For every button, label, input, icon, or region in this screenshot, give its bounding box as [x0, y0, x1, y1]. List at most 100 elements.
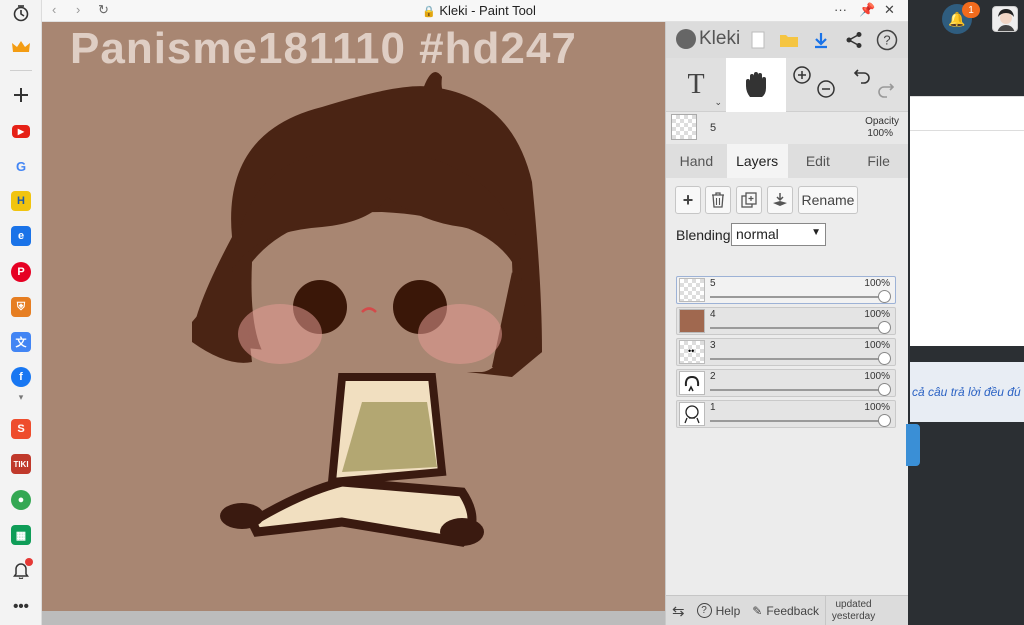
layer-name: 3 — [710, 340, 716, 351]
tab-edit[interactable]: Edit — [788, 144, 849, 178]
slider-knob[interactable] — [878, 414, 891, 427]
add-layer-button[interactable]: + — [675, 186, 701, 214]
slider-knob[interactable] — [878, 383, 891, 396]
blending-label: Blending — [676, 227, 731, 243]
canvas-scrollbar[interactable] — [42, 611, 665, 625]
layer-thumbnail — [679, 371, 705, 395]
merge-down-icon — [773, 193, 787, 206]
background-button[interactable] — [906, 424, 920, 466]
google-icon[interactable]: G — [8, 153, 34, 179]
add-icon[interactable] — [8, 82, 34, 108]
sheets-icon[interactable]: ▦ — [8, 522, 34, 548]
chevron-down-icon: ▼ — [811, 227, 821, 238]
panel-tabs: Hand Layers Edit File — [666, 144, 909, 178]
layer-opacity-slider[interactable] — [710, 389, 883, 391]
pinterest-icon[interactable]: P — [8, 259, 34, 285]
layer-name: 1 — [710, 402, 716, 413]
feedback-icon: ✎ — [752, 603, 763, 618]
duplicate-layer-button[interactable] — [736, 186, 762, 214]
brush-color-swatch[interactable] — [671, 114, 697, 140]
hand-tool-button[interactable] — [726, 58, 786, 112]
slider-knob[interactable] — [878, 290, 891, 303]
redo-icon[interactable] — [874, 62, 898, 116]
swap-icon: ⇆ — [672, 602, 685, 620]
forward-icon[interactable]: › — [76, 2, 80, 17]
background-panel — [910, 96, 1024, 346]
crown-icon[interactable] — [8, 34, 34, 60]
layer-thumbnail — [679, 402, 705, 426]
opacity-value: 100% — [867, 128, 893, 139]
reload-icon[interactable]: ↻ — [98, 2, 109, 18]
divider — [10, 70, 32, 71]
maps-app-icon[interactable]: ● — [8, 487, 34, 513]
drawing-canvas[interactable]: Panisme181110 #hd247 — [42, 22, 665, 625]
slider-knob[interactable] — [878, 352, 891, 365]
layer-opacity-slider[interactable] — [710, 358, 883, 360]
back-icon[interactable]: ‹ — [52, 2, 56, 17]
slider-knob[interactable] — [878, 321, 891, 334]
more-icon[interactable]: ••• — [8, 593, 34, 619]
translate-icon[interactable]: 文 — [8, 329, 34, 355]
trash-icon — [712, 192, 724, 208]
avatar[interactable] — [992, 6, 1018, 32]
kleki-footer: ⇆ ? Help ✎ Feedback updated yesterday — [666, 595, 909, 625]
chevron-down-icon[interactable]: ▾ — [8, 390, 34, 404]
edge-app-icon[interactable]: e — [8, 223, 34, 249]
tab-hand[interactable]: Hand — [666, 144, 727, 178]
popup-titlebar: ‹ › ↻ 🔒 Kleki - Paint Tool ··· 📌 ✕ — [42, 0, 908, 22]
text-tool-button[interactable]: T ⌄ — [666, 58, 726, 112]
pin-icon[interactable]: 📌 — [859, 2, 875, 18]
layer-item-3[interactable]: •• 3 100% — [676, 338, 896, 366]
delete-layer-button[interactable] — [705, 186, 731, 214]
shopee-icon[interactable]: S — [8, 416, 34, 442]
kleki-panel: Kleki ? T ⌄ 5 Opacity 100% Hand Layers E… — [665, 22, 909, 625]
layer-opacity: 100% — [864, 402, 890, 413]
bell-icon[interactable] — [8, 557, 34, 583]
feedback-label: Feedback — [766, 603, 820, 618]
swap-side-button[interactable]: ⇆ — [666, 602, 691, 620]
tool-row: T ⌄ — [666, 58, 909, 112]
more-options-icon[interactable]: ··· — [834, 2, 847, 17]
hub-icon[interactable]: H — [8, 188, 34, 214]
layer-thumbnail — [679, 309, 705, 333]
feedback-button[interactable]: ✎ Feedback — [746, 604, 825, 618]
youtube-icon[interactable]: ▶ — [8, 118, 34, 144]
layer-item-1[interactable]: 1 100% — [676, 400, 896, 428]
layer-item-2[interactable]: 2 100% — [676, 369, 896, 397]
plus-icon: + — [682, 189, 694, 210]
tab-file[interactable]: File — [848, 144, 909, 178]
shield-app-icon[interactable]: ⛨ — [8, 294, 34, 320]
notification-dot — [25, 558, 33, 566]
tab-layers[interactable]: Layers — [726, 144, 788, 178]
window-title-text: Kleki - Paint Tool — [439, 3, 536, 18]
layer-opacity-slider[interactable] — [710, 296, 883, 298]
merge-down-button[interactable] — [767, 186, 793, 214]
zoom-in-icon[interactable] — [790, 48, 814, 102]
layers-pane: + Rename Blending normal ▼ 5 100% 4 100%… — [666, 178, 909, 596]
help-button[interactable]: ? Help — [691, 603, 747, 618]
blending-select[interactable]: normal ▼ — [731, 223, 826, 246]
layer-thumbnail — [679, 278, 705, 302]
new-file-icon[interactable] — [746, 28, 770, 52]
undo-icon[interactable] — [850, 48, 874, 102]
screen: ▶ G H e P ⛨ 文 f ▾ S TIKI ● ▦ ••• ‹ › ↻ 🔒… — [0, 0, 1024, 625]
layer-item-4[interactable]: 4 100% — [676, 307, 896, 335]
history-icon[interactable] — [8, 0, 34, 26]
kleki-logo[interactable]: Kleki — [676, 28, 740, 50]
chevron-down-icon: ⌄ — [714, 97, 722, 107]
layer-opacity-slider[interactable] — [710, 420, 883, 422]
close-icon[interactable]: ✕ — [884, 2, 895, 18]
layer-opacity-slider[interactable] — [710, 327, 883, 329]
layer-name: 2 — [710, 371, 716, 382]
tiki-icon[interactable]: TIKI — [8, 451, 34, 477]
layer-name: 5 — [710, 278, 716, 289]
layer-opacity: 100% — [864, 371, 890, 382]
zoom-out-icon[interactable] — [814, 62, 838, 116]
rename-layer-button[interactable]: Rename — [798, 186, 858, 214]
kleki-logo-text: Kleki — [699, 28, 741, 49]
duplicate-icon — [741, 192, 757, 208]
layer-item-5[interactable]: 5 100% — [676, 276, 896, 304]
help-icon[interactable]: ? — [875, 28, 899, 52]
updated-status: updated yesterday — [825, 595, 881, 625]
facebook-icon[interactable]: f — [8, 364, 34, 390]
